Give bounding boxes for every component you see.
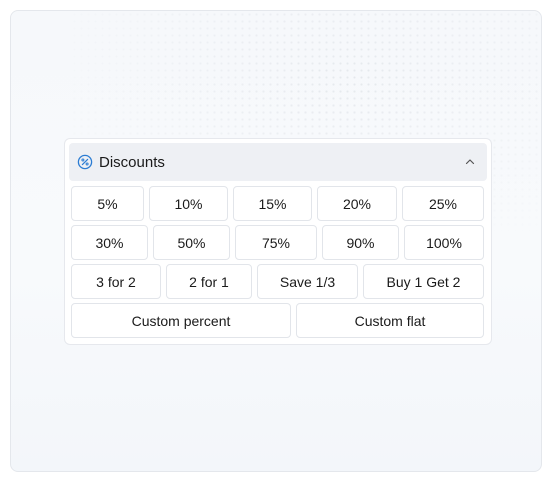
discount-50-percent-button[interactable]: 50% [153, 225, 230, 260]
custom-flat-button[interactable]: Custom flat [296, 303, 484, 338]
discounts-panel-header[interactable]: Discounts [69, 143, 487, 181]
chevron-up-icon[interactable] [463, 155, 477, 169]
discount-15-percent-button[interactable]: 15% [233, 186, 312, 221]
deal-3-for-2-button[interactable]: 3 for 2 [71, 264, 161, 299]
discount-90-percent-button[interactable]: 90% [322, 225, 399, 260]
discount-25-percent-button[interactable]: 25% [402, 186, 484, 221]
percent-row-1: 5% 10% 15% 20% 25% [71, 186, 485, 221]
discount-badge-icon [77, 154, 93, 170]
percent-row-2: 30% 50% 75% 90% 100% [71, 225, 485, 260]
deal-save-one-third-button[interactable]: Save 1/3 [257, 264, 358, 299]
deal-2-for-1-button[interactable]: 2 for 1 [166, 264, 252, 299]
discount-75-percent-button[interactable]: 75% [235, 225, 317, 260]
discount-30-percent-button[interactable]: 30% [71, 225, 148, 260]
discount-5-percent-button[interactable]: 5% [71, 186, 144, 221]
discounts-panel: Discounts 5% 10% 15% 20% 25% 30% 50% 75%… [64, 138, 492, 345]
panel-title: Discounts [99, 153, 165, 171]
discount-buttons-grid: 5% 10% 15% 20% 25% 30% 50% 75% 90% 100% … [69, 181, 487, 338]
deal-row: 3 for 2 2 for 1 Save 1/3 Buy 1 Get 2 [71, 264, 485, 299]
deal-buy-1-get-2-button[interactable]: Buy 1 Get 2 [363, 264, 484, 299]
discount-20-percent-button[interactable]: 20% [317, 186, 397, 221]
background-card: Discounts 5% 10% 15% 20% 25% 30% 50% 75%… [10, 10, 542, 472]
discount-10-percent-button[interactable]: 10% [149, 186, 228, 221]
custom-percent-button[interactable]: Custom percent [71, 303, 291, 338]
discount-100-percent-button[interactable]: 100% [404, 225, 484, 260]
custom-row: Custom percent Custom flat [71, 303, 485, 338]
